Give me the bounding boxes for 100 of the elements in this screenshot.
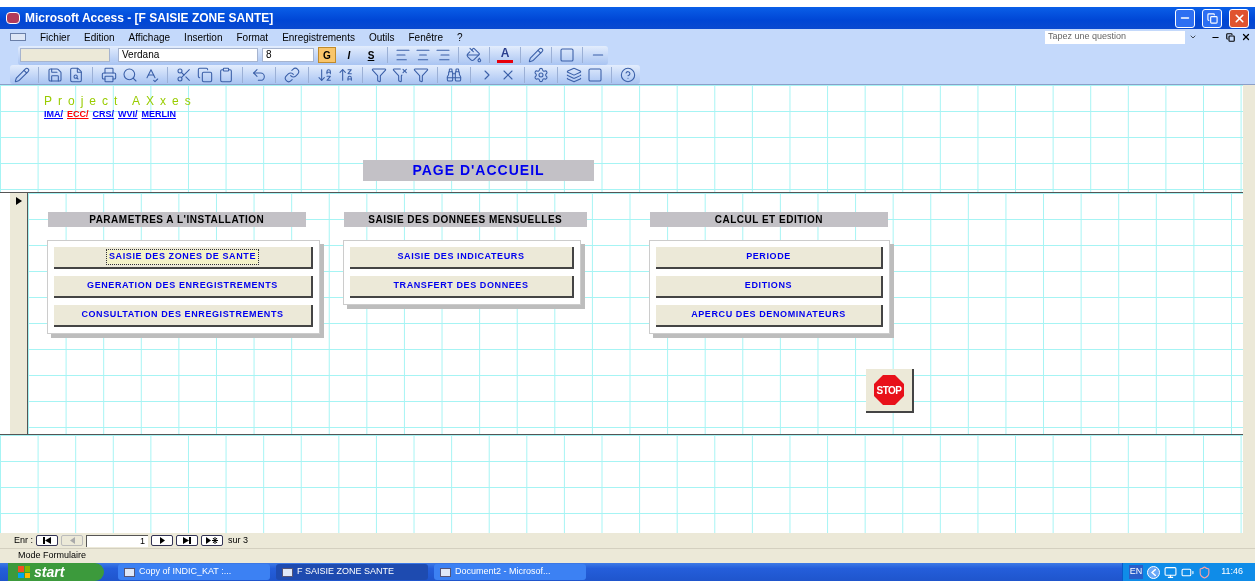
- language-indicator: EN: [1128, 565, 1144, 579]
- last-icon: [183, 537, 191, 544]
- status-text: Mode Formulaire: [18, 549, 87, 563]
- network-icon[interactable]: [1164, 565, 1178, 579]
- menu-item[interactable]: Enregistrements: [282, 29, 355, 45]
- menu-command-button[interactable]: SAISIE DES ZONES DE SANTE: [54, 247, 313, 269]
- next-icon: [159, 537, 165, 544]
- stop-button[interactable]: STOP: [866, 369, 914, 413]
- menu-command-button[interactable]: TRANSFERT DES DONNEES: [350, 276, 574, 298]
- binoculars-icon[interactable]: [446, 66, 462, 83]
- chevron-left-icon: [1151, 568, 1157, 576]
- windows-logo-icon: [18, 566, 30, 578]
- align-center-icon[interactable]: [415, 47, 431, 63]
- app-icon: [6, 12, 20, 24]
- menu-command-button[interactable]: APERCU DES DENOMINATEURS: [656, 305, 883, 327]
- menu-item[interactable]: Fichier: [40, 29, 70, 45]
- start-button[interactable]: start: [8, 563, 104, 581]
- menu-command-button[interactable]: CONSULTATION DES ENREGISTREMENTS: [54, 305, 313, 327]
- menu-item[interactable]: Insertion: [184, 29, 223, 45]
- stop-sign-icon: STOP: [874, 375, 904, 405]
- task-window-icon: [282, 567, 293, 577]
- project-link[interactable]: IMA/: [44, 108, 63, 122]
- record-selector[interactable]: [10, 193, 28, 434]
- taskbar-task-button[interactable]: Document2 - Microsof...: [434, 564, 586, 580]
- restore-button[interactable]: [1202, 8, 1222, 28]
- section-heading: CALCUL ET EDITION: [650, 212, 888, 227]
- new-record-icon: [206, 537, 218, 544]
- new-object-icon[interactable]: [587, 66, 603, 83]
- menu-command-button[interactable]: GENERATION DES ENREGISTREMENTS: [54, 276, 313, 298]
- menu-item[interactable]: Format: [236, 29, 269, 45]
- line-color-icon[interactable]: [528, 47, 544, 63]
- first-icon: [43, 537, 51, 544]
- project-link[interactable]: ECC/: [67, 108, 89, 122]
- copy-icon[interactable]: [197, 66, 213, 83]
- font-dropdown[interactable]: Verdana: [118, 48, 258, 62]
- project-title: Project AXxes: [44, 95, 197, 108]
- record-number-field[interactable]: 1: [86, 534, 148, 547]
- paste-icon[interactable]: [218, 66, 234, 83]
- restore-icon: [1206, 12, 1218, 24]
- link-icon[interactable]: [284, 66, 300, 83]
- sort-descending-icon[interactable]: [338, 66, 354, 83]
- dropdown-icon[interactable]: [1189, 33, 1197, 41]
- help-question-field[interactable]: Tapez une question: [1045, 30, 1185, 44]
- menu-item[interactable]: ?: [457, 29, 463, 45]
- taskbar-task-button[interactable]: Copy of INDIC_KAT :...: [118, 564, 270, 580]
- menu-command-button[interactable]: SAISIE DES INDICATEURS: [350, 247, 574, 269]
- undo-icon[interactable]: [251, 66, 267, 83]
- previous-icon: [69, 537, 75, 544]
- project-link[interactable]: WVI/: [118, 108, 138, 122]
- spellcheck-icon[interactable]: [143, 66, 159, 83]
- text-style-button[interactable]: S: [362, 47, 380, 63]
- show-hidden-icons-button[interactable]: [1147, 565, 1161, 579]
- sort-ascending-icon[interactable]: [317, 66, 333, 83]
- next-record-button[interactable]: [151, 535, 173, 546]
- database-window-icon[interactable]: [566, 66, 582, 83]
- menu-item[interactable]: Edition: [84, 29, 115, 45]
- current-record-icon: [15, 197, 22, 205]
- border-icon[interactable]: [559, 47, 575, 63]
- page-title-banner: PAGE D'ACCUEIL: [363, 159, 594, 181]
- menu-item[interactable]: Affichage: [128, 29, 171, 45]
- section-heading: PARAMETRES A L'INSTALLATION: [48, 212, 306, 227]
- record-label: Enr :: [14, 533, 33, 547]
- apply-filter-icon[interactable]: [413, 66, 429, 83]
- font-size-dropdown[interactable]: 8: [262, 48, 314, 62]
- record-count: sur 3: [228, 533, 249, 547]
- new-record-button[interactable]: [201, 535, 223, 546]
- cut-icon[interactable]: [176, 66, 192, 83]
- minimize-button[interactable]: [1175, 8, 1195, 28]
- close-icon[interactable]: [1241, 32, 1251, 42]
- align-right-icon[interactable]: [435, 47, 451, 63]
- save-icon[interactable]: [47, 66, 63, 83]
- project-link[interactable]: CRS/: [92, 108, 115, 122]
- filter-icon[interactable]: [371, 66, 387, 83]
- remove-filter-icon[interactable]: [392, 66, 408, 83]
- menu-command-button[interactable]: EDITIONS: [656, 276, 883, 298]
- first-record-button[interactable]: [36, 535, 58, 546]
- menu-item[interactable]: Fenêtre: [408, 29, 443, 45]
- task-window-icon: [124, 567, 135, 577]
- preview-icon[interactable]: [68, 66, 84, 83]
- view-icon[interactable]: [14, 66, 30, 83]
- text-style-button[interactable]: I: [340, 47, 358, 63]
- task-window-icon: [440, 567, 451, 577]
- section-heading: SAISIE DES DONNEES MENSUELLES: [344, 212, 587, 227]
- search-icon[interactable]: [122, 66, 138, 83]
- restore-icon[interactable]: [1226, 32, 1235, 42]
- taskbar-task-button[interactable]: F SAISIE ZONE SANTE: [276, 564, 428, 580]
- properties-icon[interactable]: [533, 66, 549, 83]
- last-record-button[interactable]: [176, 535, 198, 546]
- fill-color-icon[interactable]: [466, 47, 482, 63]
- help-icon[interactable]: [620, 66, 636, 83]
- close-icon: [1232, 11, 1246, 25]
- project-link[interactable]: MERLIN: [141, 108, 177, 122]
- menu-item[interactable]: Outils: [368, 29, 395, 45]
- window-title: Microsoft Access - [F SAISIE ZONE SANTE]: [25, 10, 274, 27]
- close-button[interactable]: [1229, 8, 1249, 28]
- menu-grip-icon: [10, 33, 26, 41]
- menu-command-button[interactable]: PERIODE: [656, 247, 883, 269]
- text-style-button[interactable]: G: [318, 47, 336, 63]
- print-icon[interactable]: [101, 66, 117, 83]
- align-left-icon[interactable]: [395, 47, 411, 63]
